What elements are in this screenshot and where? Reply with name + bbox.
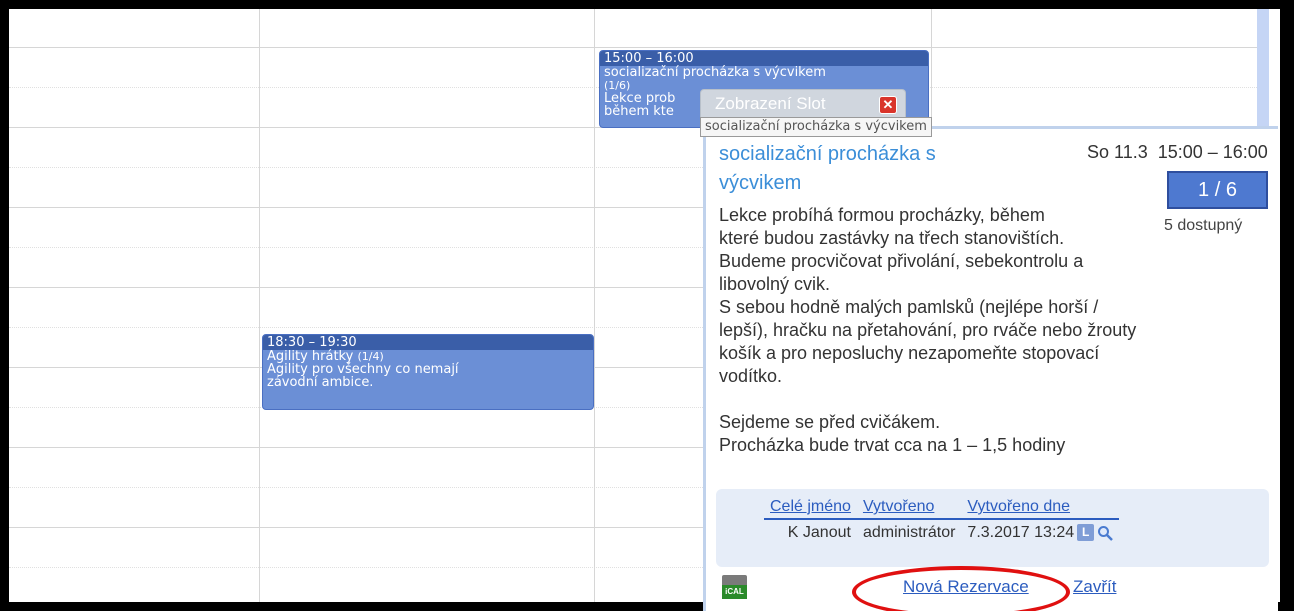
column-header-full-name[interactable]: Celé jméno [764, 498, 857, 520]
reservation-table: Celé jméno Vytvořeno Vytvořeno dne K Jan… [764, 498, 1120, 542]
description-line: košík a pro neposluchy nezapomeňte stopo… [719, 343, 1100, 363]
description-line [719, 388, 1179, 411]
description-line: lepší), hračku na přetahování, pro rváče… [719, 320, 1137, 340]
event-tooltip: socializační procházka s výcvikem [700, 117, 932, 137]
close-link[interactable]: Zavřít [1073, 577, 1116, 597]
slot-datetime: So 11.3 15:00 – 16:00 [1087, 142, 1268, 162]
ical-icon-top [722, 575, 747, 585]
description-line: libovolný cvik. [719, 274, 831, 294]
grid-line [9, 47, 1269, 48]
description-line: Sejdeme se před cvičákem. [719, 412, 941, 432]
description-line: Budeme procvičovat přivolání, sebekontro… [719, 251, 1084, 271]
tab-label: Zobrazení Slot [715, 94, 826, 113]
event-description: závodní ambice. [267, 375, 374, 390]
description-line: Procházka bude trvat cca na 1 – 1,5 hodi… [719, 435, 1066, 455]
l-badge-icon[interactable]: L [1077, 524, 1095, 542]
event-time: 18:30 – 19:30 [263, 335, 593, 350]
ical-icon[interactable]: iCAL [722, 575, 747, 599]
slot-detail-popup: socializační procházka s výcvikem So 11.… [703, 126, 1278, 611]
slot-description: Lekce probíhá formou procházky, během kt… [719, 204, 1179, 457]
description-line: které budou zastávky na třech stanoviští… [719, 228, 1065, 248]
magnifier-icon[interactable] [1097, 525, 1114, 541]
slot-title-line: výcvikem [719, 172, 802, 194]
column-header-created-date[interactable]: Vytvořeno dne [961, 498, 1120, 520]
grid-column-line [259, 9, 260, 602]
cell-created-by: administrátor [862, 524, 956, 541]
event-title: socializační procházka s výcvikem [604, 65, 826, 80]
reservation-info: Celé jméno Vytvořeno Vytvořeno dne K Jan… [716, 489, 1269, 567]
highlight-annotation [852, 566, 1070, 611]
cell-created-date: 7.3.2017 13:24 L [961, 519, 1119, 542]
cell-full-name: K Janout [787, 524, 851, 541]
event-time: 15:00 – 16:00 [600, 51, 928, 66]
table-row: K Janout administrátor 7.3.2017 13:24 L [764, 519, 1119, 542]
slot-title: socializační procházka s výcvikem [719, 140, 959, 198]
description-line: vodítko. [719, 366, 783, 386]
close-icon[interactable]: ✕ [879, 96, 897, 114]
column-header-created-by[interactable]: Vytvořeno [856, 498, 962, 520]
created-date-value: 7.3.2017 13:24 [967, 524, 1075, 541]
ical-label: iCAL [722, 585, 747, 599]
description-line: Lekce probíhá formou procházky, během [719, 205, 1045, 225]
description-line: S sebou hodně malých pamlsků (nejlépe ho… [719, 297, 1099, 317]
calendar-event[interactable]: 18:30 – 19:30 Agility hrátky (1/4) Agili… [262, 334, 594, 410]
capacity-badge: 1 / 6 [1167, 171, 1268, 209]
slot-title-line: socializační procházka s [719, 143, 936, 165]
grid-column-line [594, 9, 595, 602]
